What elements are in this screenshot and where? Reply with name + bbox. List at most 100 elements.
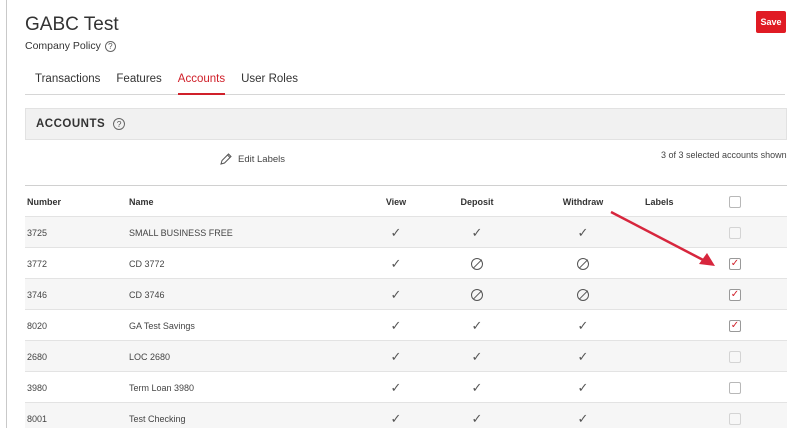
not-allowed-icon: [471, 257, 483, 270]
select-all-checkbox[interactable]: [729, 195, 741, 208]
select-cell: [727, 217, 743, 248]
check-icon: ✓: [471, 379, 483, 395]
account-number: 2680: [27, 351, 48, 362]
account-name: Term Loan 3980: [129, 382, 195, 393]
page-title: GABC Test: [25, 14, 119, 35]
table-header-row: Number Name View Deposit Withdraw Labels: [25, 185, 787, 216]
account-name: LOC 2680: [129, 351, 171, 362]
withdraw-permission: ✓: [553, 341, 613, 372]
select-all-cell: [727, 186, 743, 217]
check-icon: ✓: [471, 224, 483, 240]
tab-user-roles[interactable]: User Roles: [241, 68, 298, 95]
subtitle-label: Company Policy: [25, 40, 101, 52]
account-select-checkbox[interactable]: [729, 319, 741, 332]
deposit-permission: ✓: [457, 341, 497, 372]
check-icon: ✓: [390, 255, 402, 271]
tab-transactions[interactable]: Transactions: [35, 68, 100, 95]
page-subtitle: Company Policy ?: [25, 40, 116, 52]
withdraw-permission: ✓: [553, 372, 613, 403]
account-number: 3980: [27, 382, 48, 393]
edit-labels-link[interactable]: Edit Labels: [219, 152, 285, 166]
withdraw-permission: ✓: [553, 310, 613, 341]
table-row: 8020 GA Test Savings ✓ ✓ ✓: [25, 309, 787, 340]
column-header-name[interactable]: Name: [129, 186, 154, 217]
deposit-permission: ✓: [457, 403, 497, 428]
select-cell: [727, 248, 743, 279]
deposit-permission: ✓: [457, 217, 497, 248]
view-permission: ✓: [383, 279, 409, 310]
section-help-icon[interactable]: ?: [113, 118, 126, 130]
tab-bar: Transactions Features Accounts User Role…: [25, 68, 785, 95]
not-allowed-icon: [577, 288, 589, 301]
check-icon: ✓: [390, 286, 402, 302]
deposit-permission: [457, 279, 497, 310]
table-row: 3772 CD 3772 ✓: [25, 247, 787, 278]
check-icon: ✓: [390, 317, 402, 333]
account-name: SMALL BUSINESS FREE: [129, 227, 233, 238]
account-number: 3772: [27, 258, 48, 269]
edit-labels-label: Edit Labels: [238, 153, 286, 165]
tab-features[interactable]: Features: [116, 68, 161, 95]
view-permission: ✓: [383, 217, 409, 248]
check-icon: ✓: [577, 410, 589, 426]
column-header-labels: Labels: [645, 196, 674, 207]
column-header-view: View: [385, 196, 407, 207]
deposit-permission: [457, 248, 497, 279]
table-row: 3980 Term Loan 3980 ✓ ✓ ✓: [25, 371, 787, 402]
check-icon: ✓: [390, 410, 402, 426]
check-icon: ✓: [471, 317, 483, 333]
withdraw-permission: [553, 248, 613, 279]
column-header-deposit: Deposit: [460, 196, 494, 207]
account-number: 3746: [27, 289, 48, 300]
account-select-checkbox[interactable]: [729, 288, 741, 301]
check-icon: ✓: [577, 317, 589, 333]
select-cell: [727, 403, 743, 428]
check-icon: ✓: [471, 348, 483, 364]
withdraw-permission: [553, 279, 613, 310]
select-cell: [727, 310, 743, 341]
tab-accounts[interactable]: Accounts: [177, 68, 226, 95]
withdraw-permission: ✓: [553, 403, 613, 428]
help-icon[interactable]: ?: [104, 40, 116, 52]
view-permission: ✓: [383, 310, 409, 341]
check-icon: ✓: [390, 224, 402, 240]
not-allowed-icon: [471, 288, 483, 301]
account-number: 8001: [27, 413, 48, 424]
account-name: CD 3772: [129, 258, 165, 269]
account-select-checkbox: [729, 412, 741, 425]
account-select-checkbox: [729, 350, 741, 363]
section-title: ACCOUNTS: [36, 118, 106, 130]
not-allowed-icon: [577, 257, 589, 270]
table-row: 3746 CD 3746 ✓: [25, 278, 787, 309]
check-icon: ✓: [577, 379, 589, 395]
view-permission: ✓: [383, 248, 409, 279]
check-icon: ✓: [390, 379, 402, 395]
view-permission: ✓: [383, 372, 409, 403]
account-select-checkbox[interactable]: [729, 257, 741, 270]
select-cell: [727, 372, 743, 403]
account-name: CD 3746: [129, 289, 165, 300]
table-row: 8001 Test Checking ✓ ✓ ✓: [25, 402, 787, 428]
column-header-number[interactable]: Number: [27, 186, 61, 217]
account-number: 3725: [27, 227, 48, 238]
deposit-permission: ✓: [457, 372, 497, 403]
accounts-section-header: ACCOUNTS ?: [25, 108, 787, 140]
account-number: 8020: [27, 320, 48, 331]
view-permission: ✓: [383, 341, 409, 372]
table-row: 3725 SMALL BUSINESS FREE ✓ ✓ ✓: [25, 216, 787, 247]
withdraw-permission: ✓: [553, 217, 613, 248]
account-name: Test Checking: [129, 413, 186, 424]
view-permission: ✓: [383, 403, 409, 428]
account-select-checkbox[interactable]: [729, 381, 741, 394]
check-icon: ✓: [390, 348, 402, 364]
select-cell: [727, 341, 743, 372]
table-row: 2680 LOC 2680 ✓ ✓ ✓: [25, 340, 787, 371]
save-button[interactable]: Save: [756, 11, 786, 33]
account-select-checkbox: [729, 226, 741, 239]
pencil-icon: [220, 153, 232, 165]
check-icon: ✓: [471, 410, 483, 426]
select-cell: [727, 279, 743, 310]
account-name: GA Test Savings: [129, 320, 195, 331]
accounts-shown-count: 3 of 3 selected accounts shown: [661, 150, 787, 160]
policy-panel: GABC Test Company Policy ? Save Transact…: [6, 0, 791, 428]
